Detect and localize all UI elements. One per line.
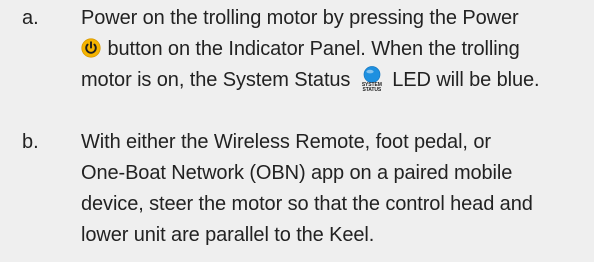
step-letter: b. [22, 131, 39, 153]
step-a-line-3-text-start: motor is on, the System Status [81, 69, 356, 91]
step-letter: a. [22, 7, 39, 29]
step-b-line-2: One-Boat Network (OBN) app on a paired m… [81, 162, 513, 184]
step-b-line-3: device, steer the motor so that the cont… [81, 193, 533, 215]
status-caption: SYSTEM STATUS [359, 83, 385, 93]
step-a-line-3-text-end: LED will be blue. [386, 69, 540, 91]
step-a-line-2: button on the Indicator Panel. When the … [81, 34, 581, 65]
step-text: With either the Wireless Remote, foot pe… [81, 127, 581, 251]
status-caption-line-2: STATUS [362, 87, 382, 93]
step-a-line-3: motor is on, the System Status SYSTEM STA… [81, 65, 581, 96]
power-icon [81, 37, 101, 58]
step-b-line-1: With either the Wireless Remote, foot pe… [81, 131, 491, 153]
step-text: Power on the trolling motor by pressing … [81, 3, 581, 96]
step-a-line-2-text: button on the Indicator Panel. When the … [102, 38, 520, 60]
page: { "steps": [ { "letter": "a.", "line1": … [0, 0, 594, 262]
step-b-line-4: lower unit are parallel to the Keel. [81, 224, 375, 246]
step-a-line-1: Power on the trolling motor by pressing … [81, 7, 519, 29]
system-status-led-icon: SYSTEM STATUS [359, 66, 385, 94]
